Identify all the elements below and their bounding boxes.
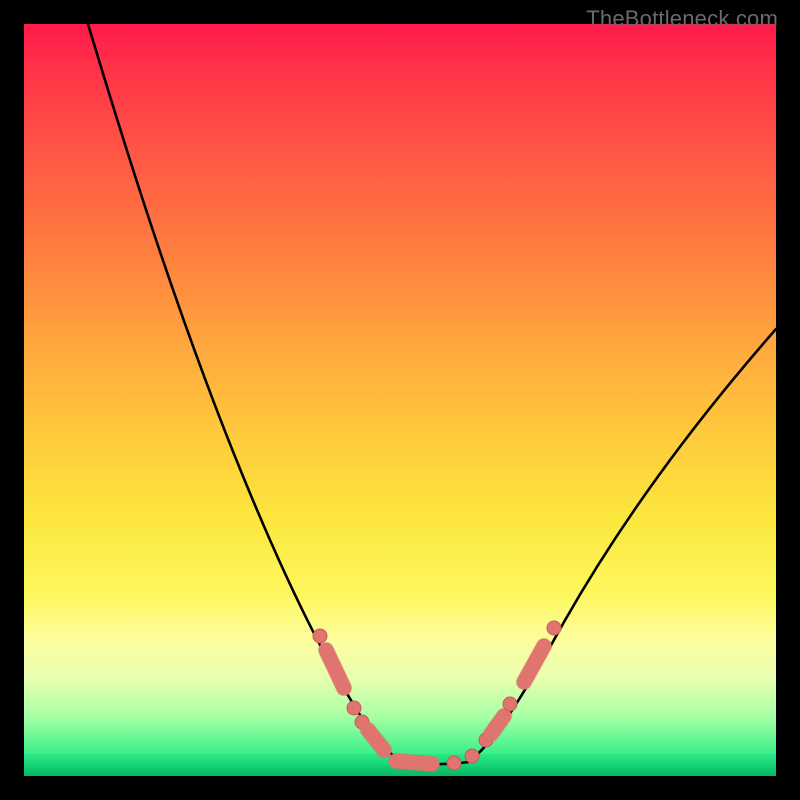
bead-capsule [491,716,504,734]
outer-frame: TheBottleneck.com [0,0,800,800]
plot-area [24,24,776,776]
bead-dot [547,621,561,635]
bead-dot [447,756,461,770]
bead-dot [465,749,479,763]
bead-capsule [396,761,432,764]
bead-dot [313,629,327,643]
bead-dot [347,701,361,715]
bottleneck-curve [24,24,776,776]
bead-capsule [326,650,344,688]
bead-cluster [313,621,561,770]
bead-capsule [524,646,544,682]
curve-right [468,329,776,762]
bead-dot [503,697,517,711]
watermark-text: TheBottleneck.com [586,6,778,32]
curve-left [88,24,402,761]
bead-capsule [368,730,384,750]
